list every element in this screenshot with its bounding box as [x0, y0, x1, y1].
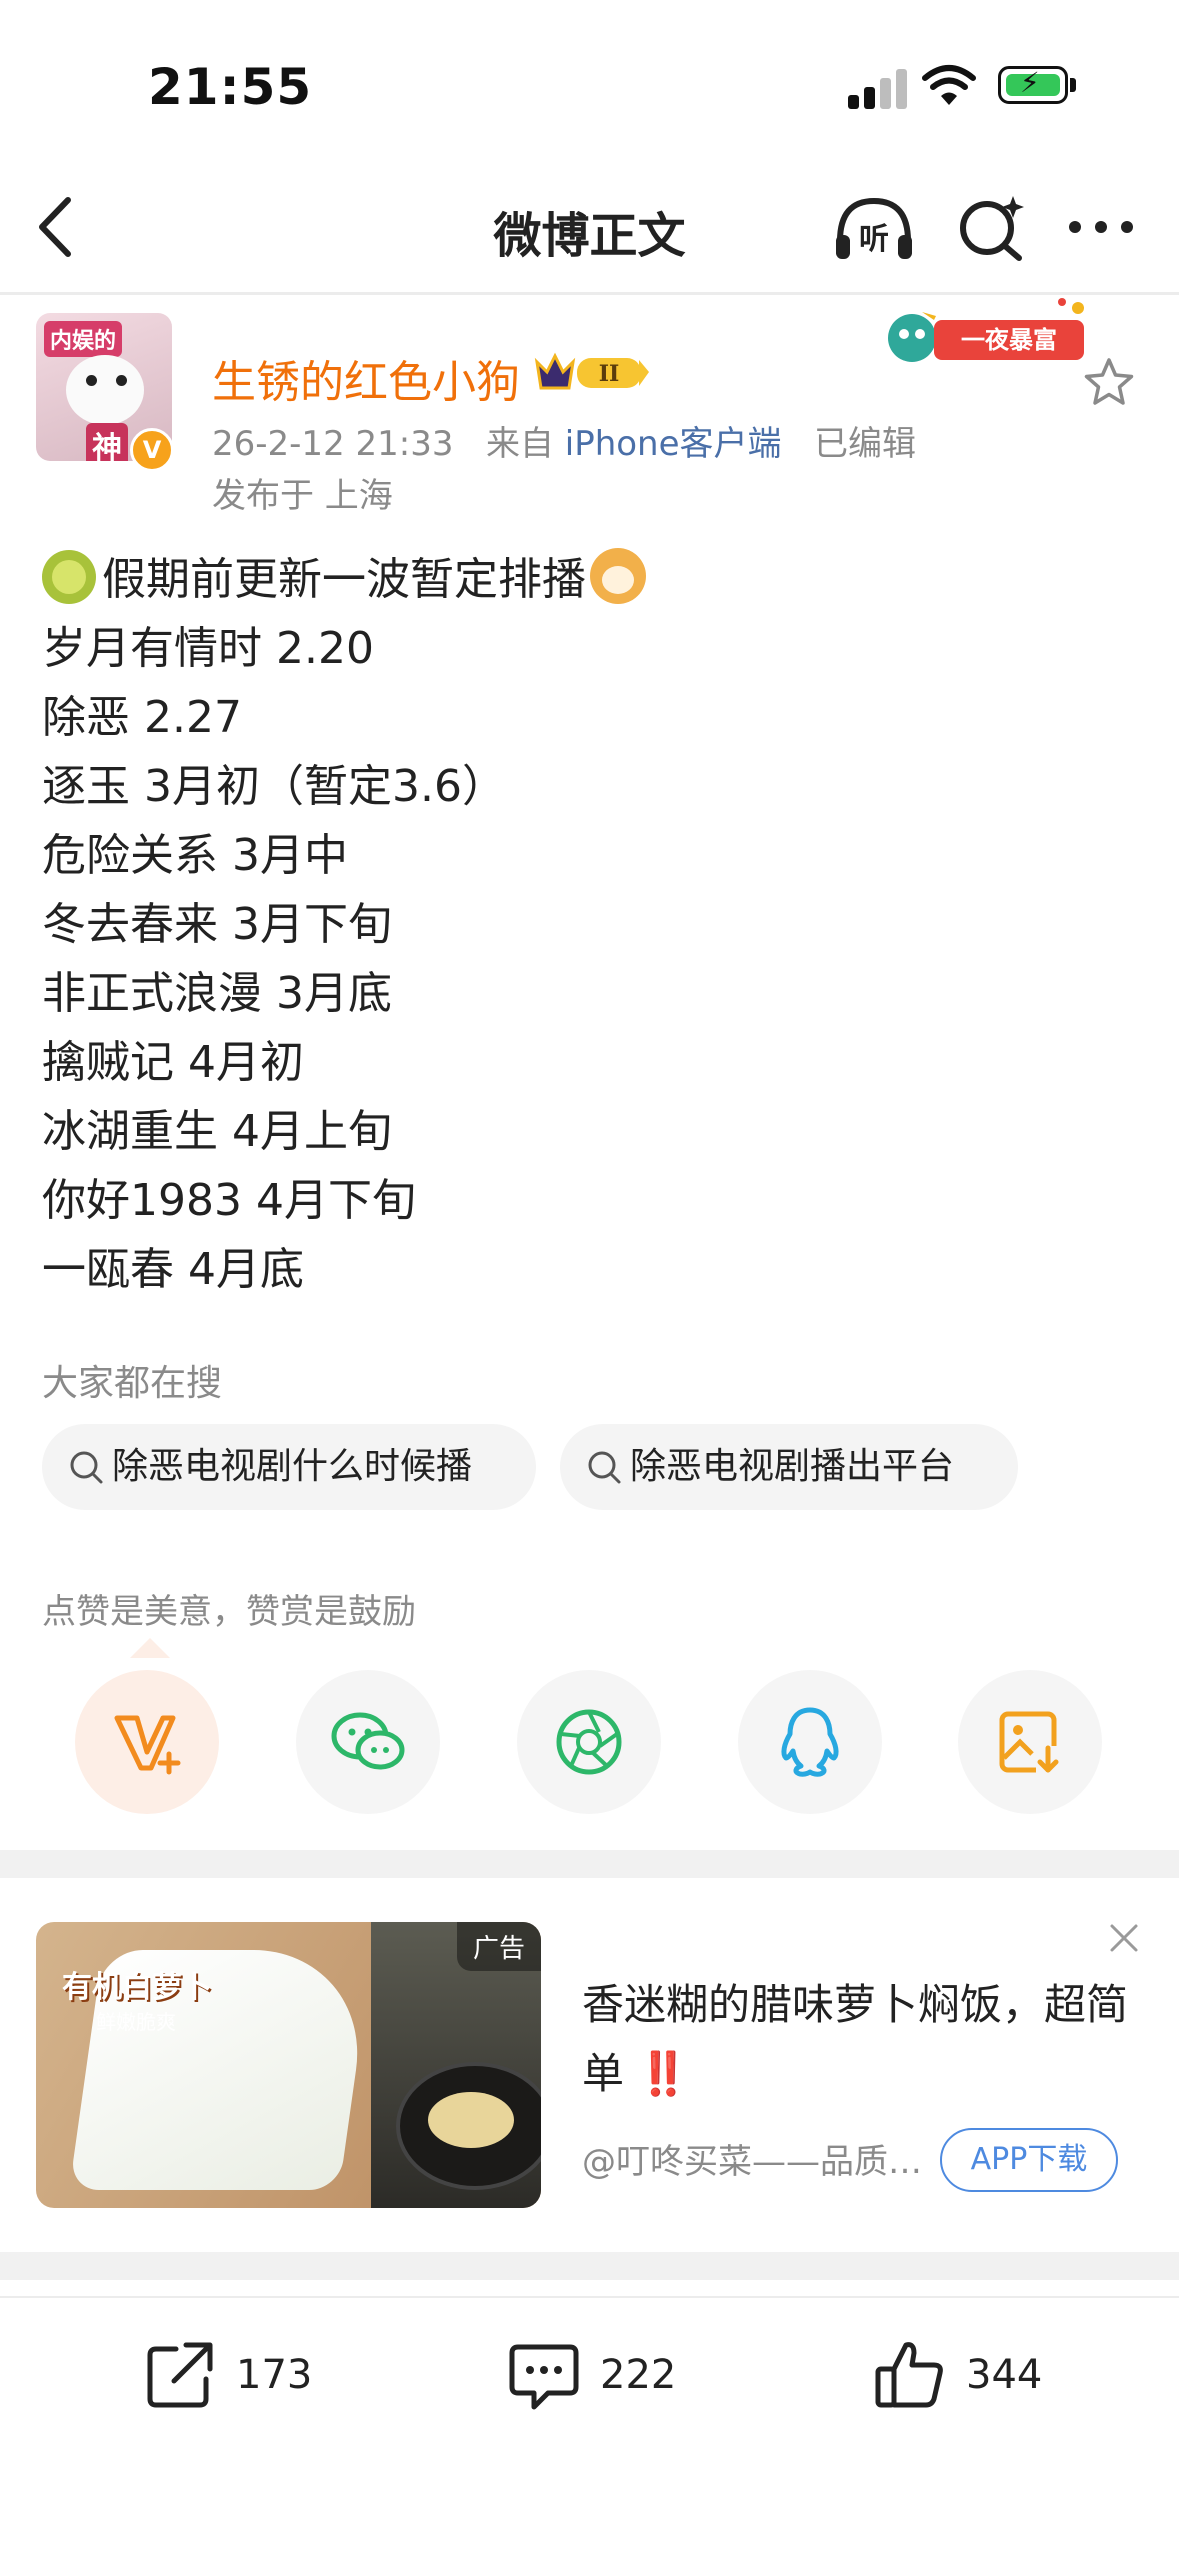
double-exclamation-icon: ‼️ — [637, 2049, 690, 2098]
thumbs-up-icon — [875, 2342, 943, 2408]
ad-title[interactable]: 香迷糊的腊味萝卜焖饭，超简单 ‼️ — [582, 1970, 1142, 2108]
post-line: 非正式浪漫 3月底 — [42, 968, 392, 1019]
search-heading: 大家都在搜 — [42, 1363, 223, 1404]
kiwi-emoji-icon — [42, 550, 96, 604]
close-icon[interactable] — [1104, 1918, 1144, 1958]
verified-icon: V — [130, 428, 174, 472]
reward-button[interactable] — [75, 1670, 219, 1814]
favorite-star-icon[interactable] — [1080, 354, 1138, 412]
post-location: 发布于 上海 — [212, 476, 393, 516]
decoration-badge: 一夜暴富 — [888, 298, 1084, 362]
post-line: 冬去春来 3月下旬 — [42, 899, 392, 950]
repost-icon — [147, 2342, 213, 2408]
post-line: 除恶 2.27 — [42, 692, 242, 743]
comment-icon — [509, 2344, 579, 2410]
avatar-tag-text: 内娱的 — [44, 321, 123, 357]
section-divider — [0, 2252, 1179, 2280]
bottom-divider — [0, 2296, 1179, 2298]
save-image-icon — [999, 1711, 1062, 1774]
reward-pointer — [130, 1638, 170, 1658]
ad-badge: 广告 — [456, 1922, 541, 1971]
status-time: 21:55 — [148, 58, 313, 116]
post-line: 假期前更新一波暂定排播 — [42, 545, 646, 614]
ad-image-subtitle: 鲜嫩脆爽 — [96, 2010, 176, 2034]
reward-text: 点赞是美意，赞赏是鼓励 — [42, 1592, 416, 1632]
app-download-button[interactable]: APP下载 — [940, 2128, 1118, 2192]
username[interactable]: 生锈的红色小狗 — [212, 346, 520, 410]
post-line: 危险关系 3月中 — [42, 830, 348, 881]
search-icon — [70, 1451, 103, 1484]
repost-count: 173 — [236, 2352, 313, 2398]
battery-charging-icon: ⚡ — [998, 66, 1078, 106]
qq-penguin-icon — [781, 1707, 839, 1777]
post-line-text: 假期前更新一波暂定排播 — [102, 554, 586, 605]
comment-count: 222 — [600, 2352, 677, 2398]
ad-source: @叮咚买菜——品质生活 — [582, 2142, 942, 2182]
search-chip[interactable]: 除恶电视剧播出平台 — [560, 1424, 1018, 1510]
share-qq-button[interactable] — [738, 1670, 882, 1814]
svg-text:听: 听 — [859, 222, 889, 257]
vip-crown-badge-icon[interactable]: II — [533, 350, 651, 394]
avatar-god-text: 神 — [86, 423, 128, 461]
search-chip[interactable]: 除恶电视剧什么时候播 — [42, 1424, 536, 1510]
post-body: 假期前更新一波暂定排播 岁月有情时 2.20 除恶 2.27 逐玉 3月初（暂定… — [42, 545, 646, 1304]
cellular-signal-icon — [848, 65, 908, 109]
post-source-link[interactable]: iPhone客户端 — [565, 424, 782, 464]
post-meta: 26-2-12 21:33 来自 iPhone客户端 已编辑 — [212, 416, 916, 465]
edited-label: 已编辑 — [813, 424, 916, 464]
search-chip-label: 除恶电视剧什么时候播 — [112, 1446, 473, 1487]
wifi-icon — [922, 65, 976, 105]
post-line: 你好1983 4月下旬 — [42, 1175, 416, 1226]
like-button[interactable]: 344 — [870, 2330, 1070, 2420]
save-image-button[interactable] — [958, 1670, 1102, 1814]
search-icon[interactable] — [955, 192, 1025, 262]
post-date: 26-2-12 21:33 — [212, 424, 454, 464]
from-prefix: 来自 — [485, 424, 554, 464]
comment-button[interactable]: 222 — [504, 2330, 704, 2420]
post-line: 一瓯春 4月底 — [42, 1244, 304, 1295]
dog-emoji-icon — [590, 548, 646, 604]
repost-button[interactable]: 173 — [140, 2330, 340, 2420]
moments-aperture-icon — [556, 1709, 622, 1775]
ad-image[interactable]: 有机白萝卜 鲜嫩脆爽 广告 — [36, 1922, 541, 2208]
wechat-icon — [331, 1712, 405, 1770]
reward-v-plus-icon — [114, 1715, 181, 1775]
section-divider — [0, 1850, 1179, 1878]
listen-headphones-icon[interactable]: 听 — [832, 195, 916, 261]
search-chip-label: 除恶电视剧播出平台 — [630, 1446, 955, 1487]
ad-image-title: 有机白萝卜 — [62, 1970, 212, 2005]
share-wechat-button[interactable] — [296, 1670, 440, 1814]
post-line: 逐玉 3月初（暂定3.6） — [42, 761, 506, 812]
more-icon[interactable] — [1066, 218, 1136, 236]
like-count: 344 — [966, 2352, 1043, 2398]
search-icon — [588, 1451, 621, 1484]
post-line: 擒贼记 4月初 — [42, 1037, 304, 1088]
post-line: 岁月有情时 2.20 — [42, 623, 374, 674]
decoration-badge-text: 一夜暴富 — [961, 326, 1057, 354]
vip-level-text: II — [599, 361, 620, 387]
post-line: 冰湖重生 4月上旬 — [42, 1106, 392, 1157]
share-moments-button[interactable] — [517, 1670, 661, 1814]
